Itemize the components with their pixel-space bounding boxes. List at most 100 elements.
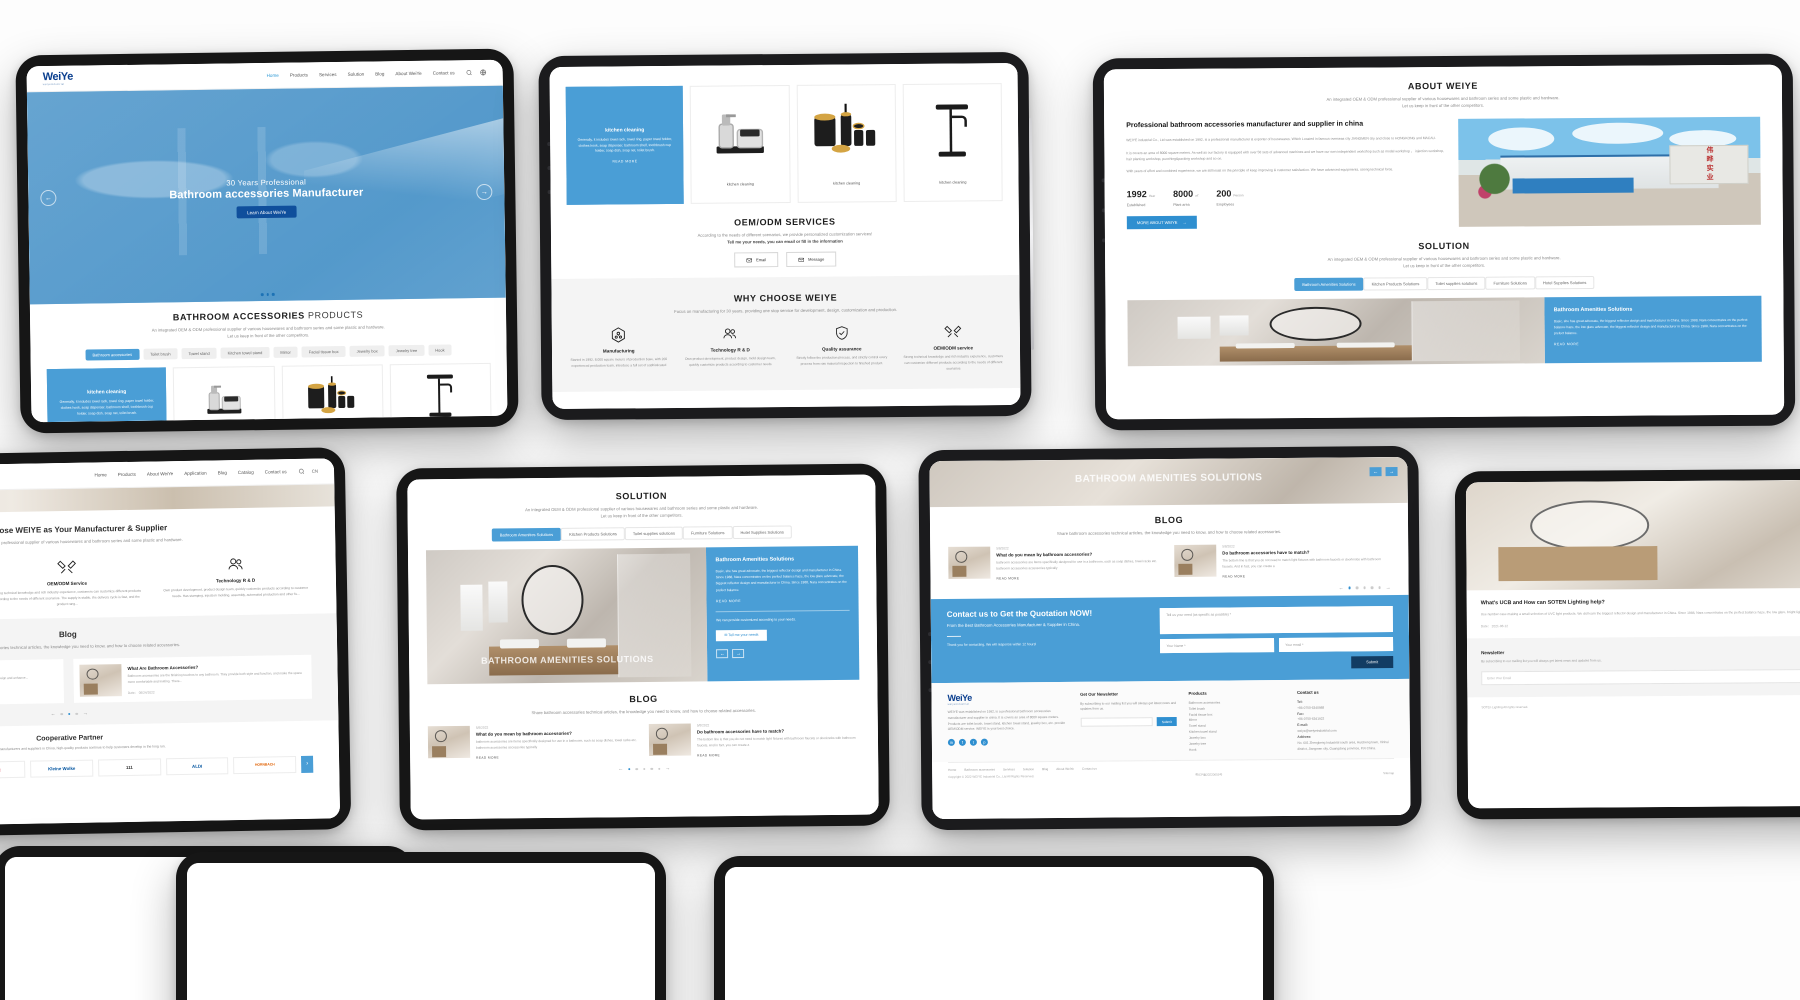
solution-tab-furniture[interactable]: Furniture Solutions: [1485, 276, 1536, 290]
partner-logo-hornbach[interactable]: HORNBACH: [233, 755, 297, 774]
carousel-next-icon[interactable]: →: [83, 711, 88, 717]
blog-post-read-more[interactable]: READ MORE: [697, 752, 860, 757]
icp-license[interactable]: 粤ICP备20220659号: [1195, 773, 1222, 777]
nav-item-home[interactable]: Home: [267, 73, 279, 78]
carousel-next-icon[interactable]: →: [1386, 585, 1391, 591]
newsletter-submit-button[interactable]: Submit: [1156, 717, 1177, 727]
footer-nav-about[interactable]: About WeiYe: [1056, 767, 1074, 771]
solution-tab-kitchen[interactable]: Kitchen Products Solutions: [1363, 277, 1428, 291]
nav-item-about[interactable]: About WeiYe: [147, 471, 173, 476]
solution-read-more[interactable]: READ MORE: [1554, 341, 1753, 346]
newsletter-email-input[interactable]: [1080, 717, 1153, 727]
name-input[interactable]: Your Name *: [1160, 637, 1275, 653]
footer-nav-contact[interactable]: Contact us: [1082, 767, 1097, 771]
slider-next-icon[interactable]: →: [732, 649, 745, 659]
nav-item-products[interactable]: Products: [290, 72, 308, 77]
product-card[interactable]: kitchen cleaning: [281, 364, 384, 423]
tab-toilet-brush[interactable]: Toilet brush: [142, 348, 178, 361]
language-switch[interactable]: CN: [312, 469, 318, 474]
email-button[interactable]: Email: [734, 252, 779, 268]
product-card[interactable]: kitchen cleaning: [389, 363, 492, 423]
footer-nav-services[interactable]: Services: [1003, 767, 1015, 771]
footer-nav-solution[interactable]: Solution: [1023, 767, 1034, 771]
partners-next-button[interactable]: ›: [301, 755, 314, 773]
globe-icon[interactable]: [480, 69, 487, 76]
blog-post-card[interactable]: 5/8/2022 Do bathroom accessories have to…: [648, 722, 860, 758]
nav-item-contact[interactable]: Contact us: [265, 469, 287, 474]
blog-post-card[interactable]: 5/8/2022 Do bathroom accessories have to…: [1174, 543, 1390, 578]
hero-next-button[interactable]: →: [476, 183, 493, 201]
blog-carousel-controls[interactable]: ← →: [428, 764, 860, 775]
email-input[interactable]: Your email *: [1279, 636, 1394, 652]
footer-nav-blog[interactable]: Blog: [1042, 767, 1048, 771]
solution-custom-button[interactable]: ✉ Tell me your needs: [716, 629, 767, 642]
solution-tab-kitchen[interactable]: Kitchen Products Solutions: [561, 527, 625, 542]
nav-item-products[interactable]: Products: [118, 472, 136, 477]
solution-tab-bathroom[interactable]: Bathroom Amenities Solutions: [491, 528, 562, 542]
solution-read-more[interactable]: READ MORE: [716, 597, 850, 603]
product-feature-card[interactable]: kitchen cleaning Generally, it includes …: [46, 367, 168, 423]
solution-tab-hotel[interactable]: Hotel Supplies Solutions: [1534, 275, 1595, 290]
blog-post-card[interactable]: 5/8/2022 What do you mean by bathroom ac…: [427, 724, 639, 760]
submit-button[interactable]: Submit: [1351, 655, 1394, 669]
twitter-icon[interactable]: t: [969, 739, 977, 747]
blog-carousel-controls[interactable]: ← →: [949, 585, 1391, 595]
carousel-prev-icon[interactable]: ←: [618, 766, 623, 772]
hero-prev-button[interactable]: ←: [40, 189, 57, 207]
blog-post-card[interactable]: What Are Bathroom Accessories? Bathroom …: [73, 654, 313, 703]
linkedin-icon[interactable]: in: [947, 739, 955, 747]
search-icon[interactable]: [298, 468, 305, 475]
tab-facial-tissue-box[interactable]: Facial tissue box: [301, 346, 346, 358]
tab-mirror[interactable]: Mirror: [273, 346, 298, 359]
tab-hook[interactable]: Hook: [428, 344, 452, 357]
nav-item-contact[interactable]: Contact us: [433, 70, 455, 75]
feature-read-more[interactable]: READ MORE: [576, 159, 673, 164]
partner-logo-111[interactable]: 111: [97, 758, 161, 777]
feature-read-more[interactable]: READ MORE: [58, 421, 157, 423]
blog-post-read-more[interactable]: READ MORE: [996, 575, 1164, 580]
footer-nav-accessories[interactable]: Bathroom accessories: [964, 768, 995, 772]
tab-bathroom-accessories[interactable]: Bathroom accessories: [85, 349, 140, 361]
blog-carousel-controls[interactable]: ← →: [0, 707, 312, 721]
blog-post-read-more[interactable]: READ MORE: [1222, 573, 1390, 578]
partner-logo-target[interactable]: Target: [0, 760, 26, 779]
product-feature-card[interactable]: kitchen cleaning Generally, it includes …: [565, 85, 684, 205]
tab-jewelry-tree[interactable]: Jewelry tree: [388, 345, 425, 357]
tab-towel-stand[interactable]: Towel stand: [181, 347, 217, 360]
solution-tab-toilet[interactable]: Toilet supplies solutions: [1427, 276, 1486, 291]
more-about-button[interactable]: MORE ABOUT WEIYE →: [1126, 215, 1197, 229]
tab-kitchen-towel-stand[interactable]: Kitchen towel stand: [220, 347, 270, 359]
slider-prev-icon[interactable]: ←: [716, 649, 729, 659]
search-icon[interactable]: [466, 69, 473, 76]
footer-logo[interactable]: WeiYe weiyeindustrial: [947, 692, 1068, 705]
nav-item-about[interactable]: About WeiYe: [395, 71, 421, 76]
partner-logo-aldi[interactable]: ALDI: [165, 757, 229, 776]
message-textarea[interactable]: Tell us your need (as specific as possib…: [1160, 605, 1393, 634]
hero-cta-button[interactable]: Learn About WeiYe: [236, 205, 297, 219]
newsletter-email-input[interactable]: Enter Your Email: [1481, 668, 1800, 686]
carousel-next-icon[interactable]: →: [665, 766, 670, 772]
product-card[interactable]: kitchen cleaning: [796, 84, 897, 203]
nav-item-blog[interactable]: Blog: [218, 470, 227, 475]
blog-post-card[interactable]: Bathroom Accessories Guide Small details…: [0, 659, 65, 708]
blog-post-read-more[interactable]: READ MORE: [476, 754, 639, 759]
carousel-prev-icon[interactable]: ←: [51, 711, 56, 717]
footer-product-link[interactable]: Hook: [1189, 747, 1286, 754]
solution-tab-toilet[interactable]: Toilet supplies solutions: [624, 526, 684, 541]
nav-item-blog[interactable]: Blog: [375, 71, 384, 76]
sitemap-link[interactable]: Sitemap: [1383, 771, 1394, 775]
nav-item-application[interactable]: Application: [184, 471, 207, 476]
product-card[interactable]: kitchen cleaning: [902, 83, 1003, 202]
product-card[interactable]: kitchen cleaning: [689, 84, 791, 204]
tab-jewelry-box[interactable]: Jewelry box: [349, 345, 385, 358]
pinterest-icon[interactable]: p: [980, 738, 988, 747]
nav-item-catalog[interactable]: Catalog: [238, 470, 254, 475]
facebook-icon[interactable]: f: [958, 739, 966, 747]
footer-nav-home[interactable]: Home: [948, 768, 956, 772]
solution-tab-bathroom[interactable]: Bathroom Amenities Solutions: [1294, 277, 1364, 291]
banner-next-button[interactable]: →: [1385, 467, 1398, 477]
carousel-prev-icon[interactable]: ←: [1339, 585, 1344, 591]
nav-item-home[interactable]: Home: [94, 472, 106, 477]
solution-tab-hotel[interactable]: Hotel Supplies Solutions: [732, 525, 792, 540]
blog-post-card[interactable]: 5/8/2022 What do you mean by bathroom ac…: [948, 545, 1164, 580]
